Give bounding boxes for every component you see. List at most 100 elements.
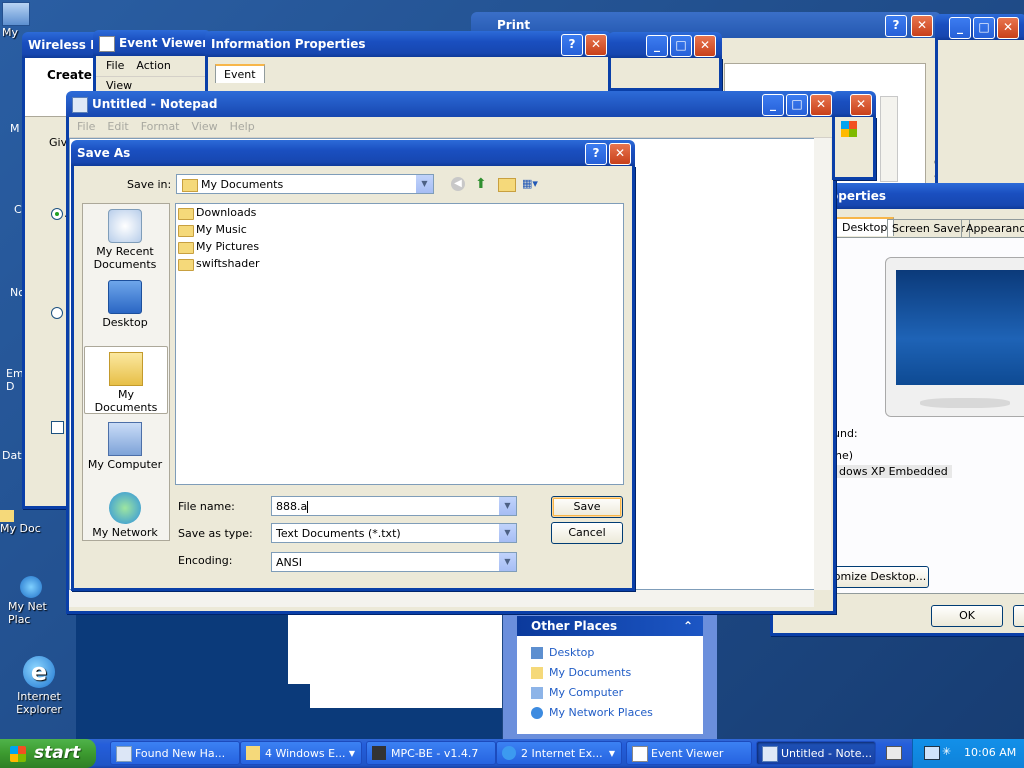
taskbar-button-found-new-hardware[interactable]: Found New Ha... xyxy=(110,741,240,765)
close-button[interactable]: ✕ xyxy=(997,17,1019,39)
chevron-down-icon[interactable]: ▼ xyxy=(415,175,433,193)
places-desktop[interactable]: Desktop xyxy=(84,280,166,329)
close-button[interactable]: ✕ xyxy=(609,143,631,165)
file-row-my-pictures[interactable]: My Pictures xyxy=(178,239,259,255)
file-row-swiftshader[interactable]: swiftshader xyxy=(178,256,260,272)
file-name: swiftshader xyxy=(196,257,260,270)
internet-explorer-desktop-icon[interactable]: e Internet Explorer xyxy=(4,656,74,716)
keyboard-icon[interactable] xyxy=(886,746,902,760)
views-menu-icon[interactable]: ▦▾ xyxy=(522,177,544,191)
cancel-button[interactable] xyxy=(1013,605,1024,627)
vertical-scrollbar[interactable] xyxy=(814,138,831,590)
close-button[interactable]: ✕ xyxy=(850,94,872,116)
file-name-input[interactable]: 888.a ▼ xyxy=(271,496,517,516)
menu-file[interactable]: File xyxy=(100,56,130,76)
taskbar-button-internet-explorer[interactable]: 2 Internet Ex... ▼ xyxy=(496,741,622,765)
network-icon xyxy=(531,707,543,719)
information-properties-title: Information Properties xyxy=(211,37,366,51)
maximize-button[interactable]: □ xyxy=(670,35,692,57)
other-places-title: Other Places xyxy=(531,619,618,633)
save-in-dropdown[interactable]: My Documents ▼ xyxy=(176,174,434,194)
other-places-header[interactable]: Other Places ⌃ xyxy=(517,616,703,636)
menu-file[interactable]: File xyxy=(71,117,101,137)
tab-screen-saver[interactable]: Screen Saver xyxy=(887,219,970,237)
close-button[interactable]: ✕ xyxy=(585,34,607,56)
start-button[interactable]: start xyxy=(0,739,96,768)
display-properties-title: operties xyxy=(830,189,887,203)
file-row-my-music[interactable]: My Music xyxy=(178,222,247,238)
ok-button[interactable]: OK xyxy=(931,605,1003,627)
tab-appearance[interactable]: Appearance xyxy=(961,219,1024,237)
taskbar-button-mpc-be[interactable]: MPC-BE - v1.4.7 xyxy=(366,741,496,765)
music-folder-icon xyxy=(178,225,194,237)
taskbar-button-notepad[interactable]: Untitled - Note... xyxy=(756,741,876,765)
radio-option[interactable] xyxy=(51,208,63,220)
print-scrollbar[interactable] xyxy=(880,96,898,182)
background-window: _ □ ✕ xyxy=(935,14,1024,189)
background-list-item[interactable]: dows XP Embedded xyxy=(835,465,952,478)
tab-desktop[interactable]: Desktop xyxy=(835,217,895,236)
notepad-icon xyxy=(72,97,88,113)
help-button[interactable]: ? xyxy=(885,15,907,37)
tab-event[interactable]: Event xyxy=(215,64,265,83)
maximize-button[interactable]: □ xyxy=(973,17,995,39)
other-places-item-my-network-places[interactable]: My Network Places xyxy=(531,706,653,719)
menu-view[interactable]: View xyxy=(186,117,224,137)
minimize-button[interactable]: _ xyxy=(646,35,668,57)
menu-action[interactable]: Action xyxy=(130,56,176,76)
close-button[interactable]: ✕ xyxy=(911,15,933,37)
my-documents-icon xyxy=(109,352,143,386)
menu-format[interactable]: Format xyxy=(135,117,186,137)
other-places-item-my-computer[interactable]: My Computer xyxy=(531,686,623,699)
collapse-chevron-icon[interactable]: ⌃ xyxy=(683,616,693,636)
taskbar-button-windows-explorer[interactable]: 4 Windows E... ▼ xyxy=(240,741,362,765)
cancel-button[interactable]: Cancel xyxy=(551,522,623,544)
save-as-type-dropdown[interactable]: Text Documents (*.txt) ▼ xyxy=(271,523,517,543)
close-button[interactable]: ✕ xyxy=(694,35,716,57)
new-folder-icon[interactable] xyxy=(498,178,516,192)
minimize-button[interactable]: _ xyxy=(949,17,971,39)
chevron-down-icon[interactable]: ▼ xyxy=(498,524,516,542)
close-button[interactable]: ✕ xyxy=(810,94,832,116)
places-my-recent-documents[interactable]: My Recent Documents xyxy=(84,209,166,271)
places-my-documents[interactable]: My Documents xyxy=(84,346,168,414)
clock[interactable]: 10:06 AM xyxy=(964,746,1016,759)
computer-icon xyxy=(531,687,543,699)
my-network-icon xyxy=(109,492,141,524)
encoding-dropdown[interactable]: ANSI ▼ xyxy=(271,552,517,572)
maximize-button[interactable]: □ xyxy=(786,94,808,116)
radio-option[interactable] xyxy=(51,307,63,319)
my-documents-desktop-icon[interactable]: My Doc xyxy=(0,510,44,535)
back-icon[interactable]: ◀ xyxy=(451,177,465,191)
background-list-item[interactable]: ne) xyxy=(835,449,853,462)
desktop-icon-label: My Net Plac xyxy=(8,600,47,626)
network-tray-icon[interactable] xyxy=(924,746,940,760)
link-label: Desktop xyxy=(549,646,595,659)
menu-help[interactable]: Help xyxy=(224,117,261,137)
chevron-down-icon[interactable]: ▼ xyxy=(498,497,516,515)
volume-tray-icon[interactable]: ✳ xyxy=(942,745,956,759)
taskbar-button-event-viewer[interactable]: Event Viewer xyxy=(626,741,752,765)
event-viewer-icon xyxy=(99,36,115,52)
other-places-item-desktop[interactable]: Desktop xyxy=(531,646,594,659)
help-button[interactable]: ? xyxy=(585,143,607,165)
computer-icon xyxy=(2,2,30,26)
places-my-network[interactable]: My Network xyxy=(84,492,166,539)
other-places-item-my-documents[interactable]: My Documents xyxy=(531,666,631,679)
help-button[interactable]: ? xyxy=(561,34,583,56)
desktop-icon-label: Internet Explorer xyxy=(16,690,62,716)
places-my-computer[interactable]: My Computer xyxy=(84,422,166,471)
checkbox[interactable] xyxy=(51,421,64,434)
task-label: 4 Windows E... xyxy=(265,747,346,760)
up-folder-icon[interactable]: ⬆ xyxy=(475,176,491,192)
menu-edit[interactable]: Edit xyxy=(101,117,134,137)
chevron-down-icon[interactable]: ▼ xyxy=(498,553,516,571)
save-in-value: My Documents xyxy=(201,178,284,191)
file-row-downloads[interactable]: Downloads xyxy=(178,205,256,221)
my-network-places-desktop-icon[interactable]: My Net Plac xyxy=(0,576,47,626)
horizontal-scrollbar[interactable] xyxy=(69,590,814,607)
minimize-button[interactable]: _ xyxy=(762,94,784,116)
monitor-screen xyxy=(896,270,1024,385)
customize-desktop-button[interactable]: omize Desktop... xyxy=(831,566,929,588)
save-button[interactable]: Save xyxy=(551,496,623,518)
